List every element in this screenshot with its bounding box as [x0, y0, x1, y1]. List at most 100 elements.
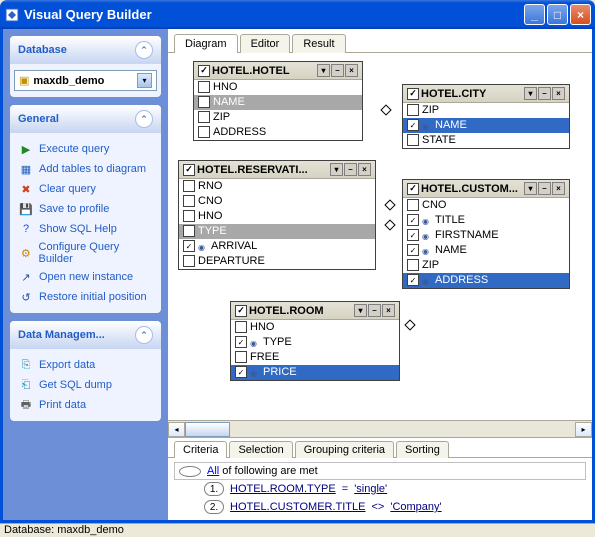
join-node[interactable] — [384, 219, 395, 230]
column-row[interactable]: HNO — [179, 209, 375, 224]
horizontal-scrollbar[interactable]: ◂ ▸ — [168, 420, 592, 437]
sidebar-item[interactable]: ✖Clear query — [14, 179, 157, 199]
column-row[interactable]: ✓ARRIVAL — [179, 239, 375, 254]
column-row[interactable]: NAME — [194, 95, 362, 110]
tab-editor[interactable]: Editor — [240, 34, 291, 53]
sidebar-item[interactable]: 🖶Print data — [14, 395, 157, 415]
criteria-op[interactable]: = — [342, 483, 348, 495]
column-checkbox[interactable]: ✓ — [407, 244, 419, 256]
column-row[interactable]: ADDRESS — [194, 125, 362, 140]
table-menu-button[interactable]: ▾ — [354, 304, 367, 317]
table-checkbox[interactable]: ✓ — [198, 65, 210, 77]
sidebar-item[interactable]: ⎗Get SQL dump — [14, 375, 157, 395]
tab-selection[interactable]: Selection — [229, 441, 292, 458]
column-row[interactable]: HNO — [194, 80, 362, 95]
close-button[interactable]: × — [570, 4, 591, 25]
table-title[interactable]: ✓ HOTEL.ROOM ▾–× — [231, 302, 399, 320]
column-row[interactable]: ✓NAME — [403, 118, 569, 133]
column-checkbox[interactable] — [407, 134, 419, 146]
column-checkbox[interactable] — [183, 225, 195, 237]
column-checkbox[interactable]: ✓ — [235, 336, 247, 348]
sidebar-item[interactable]: ⎘Export data — [14, 355, 157, 375]
criteria-op[interactable]: <> — [371, 501, 384, 513]
column-checkbox[interactable] — [198, 126, 210, 138]
column-checkbox[interactable]: ✓ — [407, 229, 419, 241]
collapse-icon[interactable]: ⌃ — [135, 326, 153, 344]
column-row[interactable]: ZIP — [403, 103, 569, 118]
diagram-canvas[interactable]: ✓ HOTEL.HOTEL ▾–× HNONAMEZIPADDRESS ✓ HO… — [168, 53, 592, 420]
table-min-button[interactable]: – — [538, 182, 551, 195]
column-checkbox[interactable]: ✓ — [407, 274, 419, 286]
column-checkbox[interactable] — [183, 210, 195, 222]
column-row[interactable]: FREE — [231, 350, 399, 365]
criteria-value[interactable]: 'Company' — [390, 501, 441, 513]
column-checkbox[interactable] — [235, 321, 247, 333]
table-reservation[interactable]: ✓ HOTEL.RESERVATI... ▾–× RNOCNOHNOTYPE✓A… — [178, 160, 376, 270]
column-row[interactable]: DEPARTURE — [179, 254, 375, 269]
table-close-button[interactable]: × — [345, 64, 358, 77]
table-checkbox[interactable]: ✓ — [407, 183, 419, 195]
join-node[interactable] — [384, 199, 395, 210]
table-menu-button[interactable]: ▾ — [524, 87, 537, 100]
table-close-button[interactable]: × — [552, 87, 565, 100]
column-row[interactable]: ✓ADDRESS — [403, 273, 569, 288]
sidebar-item[interactable]: ↗Open new instance — [14, 267, 157, 287]
column-checkbox[interactable] — [407, 199, 419, 211]
table-min-button[interactable]: – — [538, 87, 551, 100]
sidebar-item[interactable]: ⚙Configure Query Builder — [14, 239, 157, 267]
column-row[interactable]: TYPE — [179, 224, 375, 239]
column-row[interactable]: RNO — [179, 179, 375, 194]
tab-result[interactable]: Result — [292, 34, 345, 53]
table-close-button[interactable]: × — [382, 304, 395, 317]
column-row[interactable]: ZIP — [194, 110, 362, 125]
sidebar-item[interactable]: 💾Save to profile — [14, 199, 157, 219]
table-checkbox[interactable]: ✓ — [183, 164, 195, 176]
sidebar-item[interactable]: ▦Add tables to diagram — [14, 159, 157, 179]
sidebar-item[interactable]: ↺Restore initial position — [14, 287, 157, 307]
titlebar[interactable]: Visual Query Builder _ □ × — [0, 0, 595, 29]
column-checkbox[interactable]: ✓ — [407, 119, 419, 131]
column-checkbox[interactable] — [407, 104, 419, 116]
column-checkbox[interactable] — [183, 180, 195, 192]
table-close-button[interactable]: × — [358, 163, 371, 176]
table-title[interactable]: ✓ HOTEL.HOTEL ▾–× — [194, 62, 362, 80]
column-row[interactable]: CNO — [179, 194, 375, 209]
criteria-row[interactable]: 2.HOTEL.CUSTOMER.TITLE <> 'Company' — [174, 498, 586, 516]
tab-sorting[interactable]: Sorting — [396, 441, 449, 458]
column-checkbox[interactable]: ✓ — [235, 366, 247, 378]
column-checkbox[interactable] — [407, 259, 419, 271]
column-row[interactable]: CNO — [403, 198, 569, 213]
tab-grouping-criteria[interactable]: Grouping criteria — [295, 441, 394, 458]
column-checkbox[interactable] — [198, 96, 210, 108]
table-min-button[interactable]: – — [344, 163, 357, 176]
column-row[interactable]: ✓TITLE — [403, 213, 569, 228]
table-close-button[interactable]: × — [552, 182, 565, 195]
table-min-button[interactable]: – — [368, 304, 381, 317]
table-min-button[interactable]: – — [331, 64, 344, 77]
table-menu-button[interactable]: ▾ — [330, 163, 343, 176]
criteria-root[interactable]: All of following are met — [174, 462, 586, 480]
scroll-right-button[interactable]: ▸ — [575, 422, 592, 437]
minimize-button[interactable]: _ — [524, 4, 545, 25]
table-checkbox[interactable]: ✓ — [235, 305, 247, 317]
column-checkbox[interactable] — [198, 81, 210, 93]
dropdown-arrow-icon[interactable]: ▾ — [137, 73, 152, 88]
column-checkbox[interactable] — [235, 351, 247, 363]
table-city[interactable]: ✓ HOTEL.CITY ▾–× ZIP✓NAMESTATE — [402, 84, 570, 149]
table-hotel[interactable]: ✓ HOTEL.HOTEL ▾–× HNONAMEZIPADDRESS — [193, 61, 363, 141]
maximize-button[interactable]: □ — [547, 4, 568, 25]
criteria-all-link[interactable]: All — [207, 465, 219, 477]
database-panel-header[interactable]: Database ⌃ — [10, 36, 161, 64]
column-row[interactable]: ✓PRICE — [231, 365, 399, 380]
column-row[interactable]: ✓FIRSTNAME — [403, 228, 569, 243]
column-row[interactable]: HNO — [231, 320, 399, 335]
criteria-root-icon[interactable] — [179, 466, 201, 477]
table-title[interactable]: ✓ HOTEL.CUSTOM... ▾–× — [403, 180, 569, 198]
join-node[interactable] — [404, 319, 415, 330]
scroll-left-button[interactable]: ◂ — [168, 422, 185, 437]
table-room[interactable]: ✓ HOTEL.ROOM ▾–× HNO✓TYPEFREE✓PRICE — [230, 301, 400, 381]
table-title[interactable]: ✓ HOTEL.CITY ▾–× — [403, 85, 569, 103]
criteria-field[interactable]: HOTEL.CUSTOMER.TITLE — [230, 501, 365, 513]
sidebar-item[interactable]: ?Show SQL Help — [14, 219, 157, 239]
table-title[interactable]: ✓ HOTEL.RESERVATI... ▾–× — [179, 161, 375, 179]
